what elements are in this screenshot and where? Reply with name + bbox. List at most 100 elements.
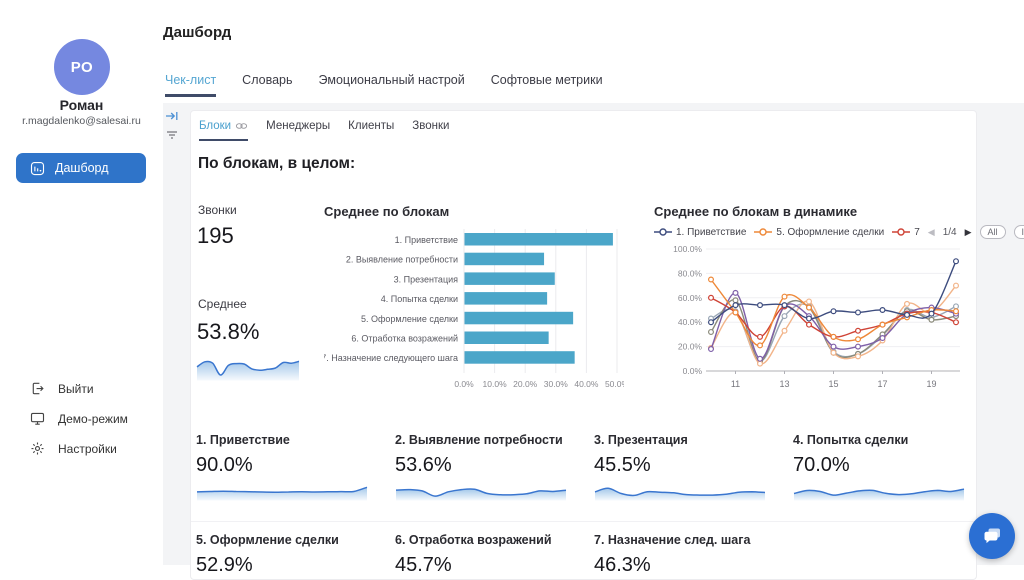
legend-item[interactable]: 5. Оформление сделки	[754, 227, 884, 238]
bar-chart-title: Среднее по блокам	[324, 204, 634, 219]
svg-text:2. Выявление потребности: 2. Выявление потребности	[346, 255, 458, 265]
average-value: 53.8%	[197, 319, 259, 345]
sidebar: РО Роман r.magdalenko@salesai.ru Дашборд…	[0, 0, 163, 565]
filter-icon[interactable]	[165, 128, 181, 144]
svg-text:20.0%: 20.0%	[678, 342, 703, 352]
svg-text:7. Назначение следующего шага: 7. Назначение следующего шага	[324, 353, 458, 363]
sidebar-item-dashboard[interactable]: Дашборд	[16, 153, 146, 183]
logout-icon	[30, 381, 45, 396]
top-tabs: Чек-лист Словарь Эмоциональный настрой С…	[165, 73, 603, 97]
chat-widget-button[interactable]	[969, 513, 1015, 559]
svg-text:20.0%: 20.0%	[513, 379, 538, 389]
line-chart-block: Среднее по блокам в динамике 1. Приветст…	[654, 204, 974, 393]
avatar: РО	[54, 39, 110, 95]
collapse-panel-icon[interactable]	[165, 109, 181, 125]
metric-card: 5. Оформление сделки 52.9%	[196, 533, 376, 577]
logout-button[interactable]: Выйти	[30, 381, 94, 396]
metric-sparkline	[196, 483, 376, 501]
tab-clients[interactable]: Клиенты	[348, 120, 394, 141]
legend-inv-button[interactable]: Inv	[1014, 225, 1024, 239]
svg-text:10.0%: 10.0%	[483, 379, 508, 389]
legend-all-button[interactable]: All	[980, 225, 1006, 239]
metric-card-value: 53.6%	[395, 454, 575, 477]
svg-text:60.0%: 60.0%	[678, 293, 703, 303]
metric-card-label: 3. Презентация	[594, 433, 774, 447]
metric-card-label: 4. Попытка сделки	[793, 433, 973, 447]
dashboard-icon	[30, 161, 45, 176]
metric-card: 3. Презентация 45.5%	[594, 433, 774, 501]
page-title: Дашборд	[163, 24, 231, 41]
tab-dictionary[interactable]: Словарь	[242, 73, 292, 97]
svg-text:40.0%: 40.0%	[574, 379, 599, 389]
metric-card: 7. Назначение след. шага 46.3%	[594, 533, 774, 577]
tab-checklist[interactable]: Чек-лист	[165, 73, 216, 97]
legend-next-icon[interactable]: ▶	[965, 228, 972, 237]
user-name: Роман	[0, 97, 163, 113]
legend-label: 1. Приветствие	[676, 227, 746, 238]
tab-blocks[interactable]: Блоки	[199, 120, 248, 141]
settings-label: Настройки	[58, 442, 117, 456]
line-chart-title: Среднее по блокам в динамике	[654, 204, 974, 219]
metric-card-label: 1. Приветствие	[196, 433, 376, 447]
metric-card-label: 7. Назначение след. шага	[594, 533, 774, 547]
svg-text:13: 13	[779, 379, 789, 389]
metric-card-label: 5. Оформление сделки	[196, 533, 376, 547]
metric-sparkline	[594, 483, 774, 501]
metric-sparkline	[395, 483, 575, 501]
metric-card: 6. Отработка возражений 45.7%	[395, 533, 575, 577]
metric-sparkline	[793, 483, 973, 501]
average-sparkline	[196, 354, 300, 381]
svg-text:0.0%: 0.0%	[454, 379, 474, 389]
legend-item[interactable]: 7	[892, 227, 920, 238]
average-label: Среднее	[198, 297, 247, 311]
svg-text:3. Презентация: 3. Презентация	[394, 274, 458, 284]
settings-button[interactable]: Настройки	[30, 441, 117, 456]
calls-label: Звонки	[198, 203, 237, 217]
svg-text:1. Приветствие: 1. Приветствие	[395, 235, 458, 245]
metric-card-value: 46.3%	[594, 554, 774, 577]
gear-icon	[30, 441, 45, 456]
line-chart-legend: 1. Приветствие 5. Оформление сделки 7 ◀ …	[654, 225, 974, 239]
metric-card-value: 45.5%	[594, 454, 774, 477]
tab-blocks-label: Блоки	[199, 120, 231, 132]
metric-card-label: 2. Выявление потребности	[395, 433, 575, 447]
metric-card: 2. Выявление потребности 53.6%	[395, 433, 575, 501]
svg-text:5. Оформление сделки: 5. Оформление сделки	[361, 314, 458, 324]
svg-text:30.0%: 30.0%	[544, 379, 569, 389]
tab-emotional[interactable]: Эмоциональный настрой	[319, 73, 465, 97]
section-heading: По блокам, в целом:	[198, 155, 355, 173]
tab-managers[interactable]: Менеджеры	[266, 120, 330, 141]
demo-mode-label: Демо-режим	[58, 412, 128, 426]
metric-card: 1. Приветствие 90.0%	[196, 433, 376, 501]
tab-soft-metrics[interactable]: Софтовые метрики	[491, 73, 603, 97]
metric-card-value: 90.0%	[196, 454, 376, 477]
legend-label: 7	[914, 227, 920, 238]
inner-tabs: Блоки Менеджеры Клиенты Звонки	[199, 120, 449, 141]
svg-text:50.0%: 50.0%	[605, 379, 624, 389]
dashboard-panel: Блоки Менеджеры Клиенты Звонки По блокам…	[190, 110, 977, 580]
metric-card: 4. Попытка сделки 70.0%	[793, 433, 973, 501]
legend-marker-icon	[754, 227, 772, 237]
legend-item[interactable]: 1. Приветствие	[654, 227, 746, 238]
svg-text:15: 15	[828, 379, 838, 389]
metric-card-label: 6. Отработка возражений	[395, 533, 575, 547]
bar-chart-block: Среднее по блокам 0.0% 10.0% 20.0% 30.0% 40.…	[324, 204, 634, 395]
calls-value: 195	[197, 223, 234, 249]
demo-mode-button[interactable]: Демо-режим	[30, 411, 128, 426]
svg-text:17: 17	[877, 379, 887, 389]
bar-chart: 0.0% 10.0% 20.0% 30.0% 40.0% 50.0% 1. Приветст…	[324, 225, 634, 395]
row-divider	[191, 521, 976, 522]
svg-text:11: 11	[731, 379, 740, 389]
link-icon	[235, 122, 248, 130]
legend-marker-icon	[654, 227, 672, 237]
svg-text:0.0%: 0.0%	[683, 366, 703, 376]
metric-card-value: 70.0%	[793, 454, 973, 477]
legend-prev-icon[interactable]: ◀	[928, 228, 935, 237]
user-email: r.magdalenko@salesai.ru	[0, 115, 163, 127]
chat-bubble-icon	[980, 524, 1004, 548]
svg-text:4. Попытка сделки: 4. Попытка сделки	[381, 294, 458, 304]
legend-label: 5. Оформление сделки	[776, 227, 884, 238]
legend-marker-icon	[892, 227, 910, 237]
line-chart: 0.0%20.0%40.0%60.0%80.0%100.0%1113151719	[654, 241, 974, 393]
tab-calls[interactable]: Звонки	[412, 120, 449, 141]
